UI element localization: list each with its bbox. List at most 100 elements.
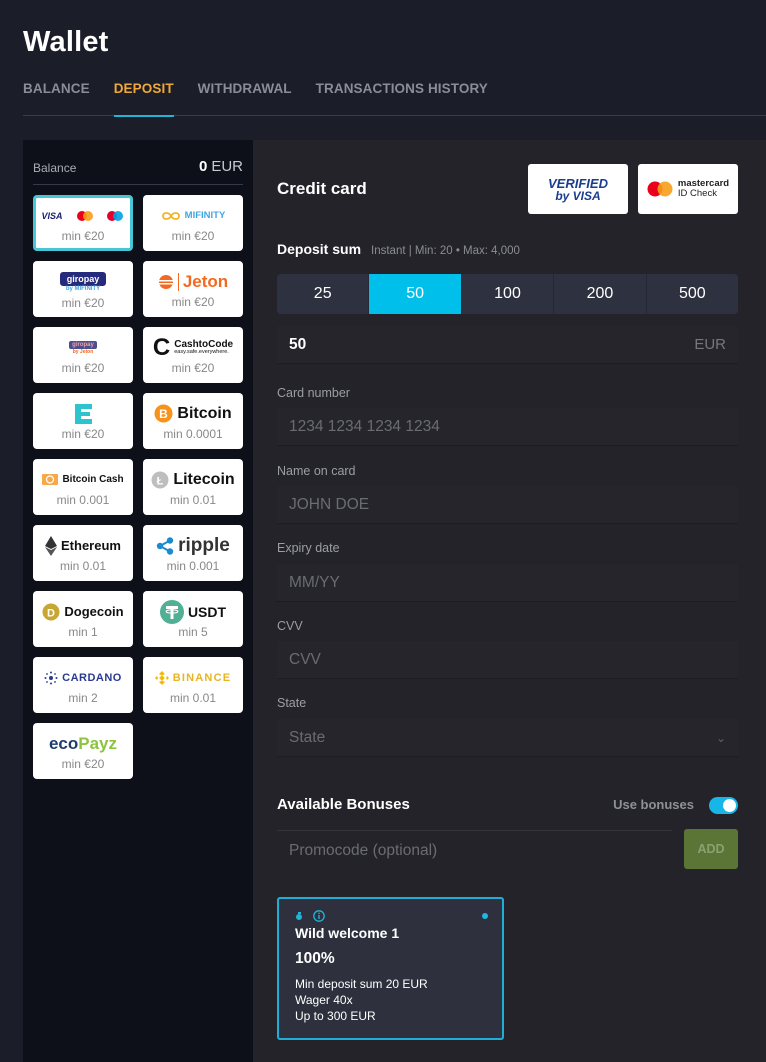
mastercard-icon — [647, 181, 673, 197]
method-min: min €20 — [61, 228, 105, 243]
bonus-percent: 100% — [295, 950, 335, 967]
method-binance[interactable]: BINANCE min 0.01 — [143, 657, 243, 713]
giropay-sub: by MIFINITY — [65, 285, 101, 292]
method-bitcoin[interactable]: B Bitcoin min 0.0001 — [143, 393, 243, 449]
deposit-sum-hint: Instant | Min: 20 • Max: 4,000 — [371, 245, 520, 257]
amount-preset-200[interactable]: 200 — [554, 274, 647, 314]
method-jeton[interactable]: Jeton min €20 — [143, 261, 243, 317]
bonus-max: Up to 300 EUR — [295, 1009, 376, 1023]
ezeewallet-logo — [72, 402, 94, 426]
expiry-date-input[interactable] — [289, 573, 726, 592]
cashtocode-sub: easy.safe.everywhere. — [174, 348, 229, 355]
deposit-amount-presets: 25 50 100 200 500 — [277, 274, 738, 314]
litecoin-icon: Ł — [151, 471, 169, 488]
method-min: min €20 — [61, 426, 105, 441]
method-giropay-jeton[interactable]: giropay by Jeton min €20 — [33, 327, 133, 383]
ripple-text: ripple — [178, 534, 230, 556]
tab-transactions-history[interactable]: TRANSACTIONS HISTORY — [316, 78, 488, 116]
method-ezeewallet[interactable]: min €20 — [33, 393, 133, 449]
ripple-logo: ripple — [156, 534, 230, 558]
ethereum-logo: Ethereum — [45, 534, 121, 558]
tab-deposit[interactable]: DEPOSIT — [113, 78, 174, 117]
cvv-field — [277, 641, 738, 679]
state-label: State — [277, 696, 307, 710]
deposit-amount-input[interactable] — [289, 335, 695, 354]
wallet-tabs: BALANCE DEPOSIT WITHDRAWAL TRANSACTIONS … — [23, 78, 766, 117]
bitcoin-logo: B Bitcoin — [154, 402, 232, 426]
ripple-icon — [156, 536, 174, 555]
method-mifinity[interactable]: MIFINITY min €20 — [143, 195, 243, 251]
jeton-text: Jeton — [182, 271, 229, 291]
ecopayz-text-eco: eco — [48, 733, 79, 753]
mifinity-logo: MIFINITY — [161, 204, 226, 228]
mastercard-id-check-badge: mastercard ID Check — [638, 164, 738, 214]
deposit-sum-label: Deposit sum — [277, 241, 362, 257]
method-min: min 1 — [68, 624, 98, 639]
method-min: min €20 — [61, 756, 105, 771]
bitcoin-icon: B — [154, 404, 173, 423]
method-min: min 0.01 — [169, 492, 217, 507]
tab-withdrawal[interactable]: WITHDRAWAL — [198, 78, 292, 116]
method-cashtocode[interactable]: C CashtoCode easy.safe.everywhere. min €… — [143, 327, 243, 383]
jeton-icon — [158, 274, 173, 289]
svg-text:Ł: Ł — [157, 475, 164, 487]
use-bonuses-toggle[interactable] — [709, 797, 738, 814]
litecoin-text: Litecoin — [173, 470, 235, 488]
method-credit-card[interactable]: VISA min €20 — [33, 195, 133, 251]
promocode-input[interactable] — [289, 841, 660, 860]
amount-preset-50[interactable]: 50 — [369, 274, 462, 314]
info-icon[interactable] — [313, 910, 325, 922]
method-usdt[interactable]: USDT min 5 — [143, 591, 243, 647]
card-number-input[interactable] — [289, 417, 726, 436]
amount-preset-100[interactable]: 100 — [462, 274, 555, 314]
tab-balance[interactable]: BALANCE — [23, 78, 90, 116]
method-ethereum[interactable]: Ethereum min 0.01 — [33, 525, 133, 581]
verified-by-visa-badge: VERIFIED by VISA — [528, 164, 628, 214]
bonus-wager: Wager 40x — [295, 993, 353, 1007]
cvv-label: CVV — [277, 619, 303, 633]
cardano-logo: CARDANO — [44, 666, 122, 690]
mifinity-text: MIFINITY — [184, 210, 226, 221]
add-promocode-button[interactable]: ADD — [684, 829, 738, 869]
method-litecoin[interactable]: Ł Litecoin min 0.01 — [143, 459, 243, 515]
available-bonuses-title: Available Bonuses — [277, 796, 410, 813]
ecopayz-logo: eco Payz — [49, 732, 117, 756]
payment-methods-panel: Balance 0 EUR VISA min €20 MIFINITY min €… — [23, 140, 253, 1062]
method-cardano[interactable]: CARDANO min 2 — [33, 657, 133, 713]
verified-visa-line1: VERIFIED — [548, 175, 608, 191]
method-ecopayz[interactable]: eco Payz min €20 — [33, 723, 133, 779]
method-min: min €20 — [61, 295, 105, 310]
method-dogecoin[interactable]: D Dogecoin min 1 — [33, 591, 133, 647]
method-min: min 0.01 — [169, 690, 217, 705]
svg-text:B: B — [160, 407, 169, 421]
ethereum-text: Ethereum — [61, 538, 121, 553]
bitcoin-text: Bitcoin — [177, 404, 232, 422]
visa-logo-text: VISA — [41, 210, 63, 221]
name-on-card-input[interactable] — [289, 495, 726, 514]
balance-label: Balance — [33, 161, 77, 175]
amount-preset-500[interactable]: 500 — [647, 274, 738, 314]
deposit-amount-field: EUR — [277, 326, 738, 364]
maestro-icon — [106, 210, 123, 221]
ecopayz-text-payz: Payz — [78, 733, 118, 753]
giropay-sub: by Jeton — [72, 348, 94, 355]
ezeewallet-icon — [75, 403, 92, 424]
state-select[interactable]: State ⌄ — [277, 719, 738, 757]
bitcoin-cash-text: Bitcoin Cash — [62, 474, 124, 485]
method-min: min €20 — [61, 360, 105, 375]
jeton-divider — [177, 272, 179, 291]
method-bitcoin-cash[interactable]: Bitcoin Cash min 0.001 — [33, 459, 133, 515]
bitcoin-cash-icon — [42, 474, 59, 485]
giropay-text: giropay — [69, 340, 97, 349]
usdt-logo: USDT — [159, 599, 226, 624]
promocode-field — [277, 830, 672, 870]
cashtocode-logo: C CashtoCode easy.safe.everywhere. — [153, 335, 233, 360]
cvv-input[interactable] — [289, 650, 726, 669]
amount-preset-25[interactable]: 25 — [277, 274, 370, 314]
method-giropay-mifinity[interactable]: giropay by MIFINITY min €20 — [33, 261, 133, 317]
method-ripple[interactable]: ripple min 0.001 — [143, 525, 243, 581]
dogecoin-icon: D — [42, 603, 60, 620]
bonus-card[interactable]: Wild welcome 1 100% Min deposit sum 20 E… — [277, 897, 504, 1040]
visa-mastercard-maestro-logo: VISA — [41, 204, 124, 228]
bitcoin-cash-logo: Bitcoin Cash — [42, 468, 124, 492]
